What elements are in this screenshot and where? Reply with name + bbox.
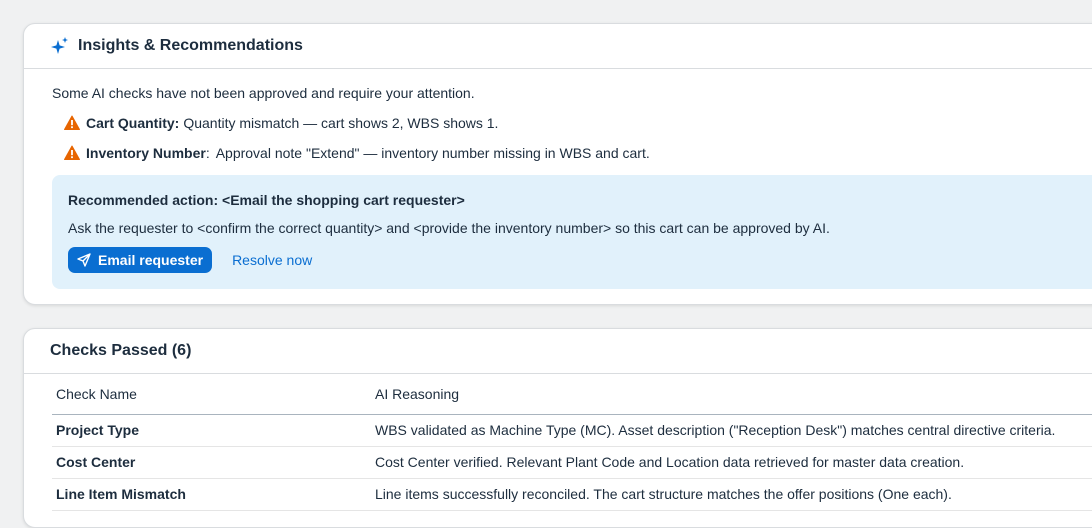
recommendation-title: Recommended action: <Email the shopping … [68, 192, 465, 208]
table-row[interactable]: Cost Center Cost Center verified. Releva… [52, 446, 1092, 479]
resolve-now-link[interactable]: Resolve now [232, 252, 312, 268]
column-header-check-name[interactable]: Check Name [52, 374, 371, 415]
recommendation-actions: Email requester Resolve now [68, 247, 1092, 273]
insights-title: Insights & Recommendations [78, 37, 303, 54]
check-name-cell: Project Type [52, 414, 371, 447]
warning-triangle-icon [64, 115, 80, 131]
column-header-ai-reasoning[interactable]: AI Reasoning [371, 374, 1092, 415]
issue-text: Quantity mismatch — cart shows 2, WBS sh… [183, 115, 499, 131]
email-requester-label: Email requester [98, 252, 204, 268]
checks-header: Checks Passed (6) [24, 329, 1092, 374]
check-name-cell: Cost Center [52, 446, 371, 479]
issue-label: Cart Quantity: [86, 115, 180, 131]
ai-reasoning-cell: Cost Center verified. Relevant Plant Cod… [371, 446, 1092, 479]
checks-table: Check Name AI Reasoning Project Type WBS… [52, 374, 1092, 511]
insights-body: Some AI checks have not been approved an… [24, 69, 1092, 289]
check-name-cell: Line Item Mismatch [52, 478, 371, 511]
warning-triangle-icon [64, 145, 80, 161]
table-row[interactable]: Line Item Mismatch Line items successful… [52, 478, 1092, 511]
sparkle-icon [50, 36, 70, 56]
issue-separator: : [205, 145, 210, 161]
checks-title: Checks Passed (6) [50, 342, 192, 359]
issue-text: Approval note "Extend" — inventory numbe… [215, 145, 650, 161]
email-requester-button[interactable]: Email requester [68, 247, 213, 273]
table-row[interactable]: Project Type WBS validated as Machine Ty… [52, 414, 1092, 447]
ai-reasoning-cell: Line items successfully reconciled. The … [371, 478, 1092, 511]
issue-label: Inventory Number [86, 145, 206, 161]
issue-item: Cart Quantity: Quantity mismatch — cart … [64, 114, 1092, 132]
insights-card: Insights & Recommendations Some AI check… [23, 23, 1092, 305]
checks-table-wrap: Check Name AI Reasoning Project Type WBS… [24, 374, 1092, 511]
recommendation-text: Ask the requester to <confirm the correc… [68, 220, 830, 236]
checks-card: Checks Passed (6) Check Name AI Reasonin… [23, 328, 1092, 528]
recommendation-panel: Recommended action: <Email the shopping … [52, 175, 1092, 289]
table-header-row: Check Name AI Reasoning [52, 374, 1092, 415]
issue-item: Inventory Number : Approval note "Extend… [64, 144, 1092, 162]
insights-header: Insights & Recommendations [24, 24, 1092, 69]
send-icon [77, 253, 91, 267]
insights-intro: Some AI checks have not been approved an… [52, 85, 475, 101]
ai-reasoning-cell: WBS validated as Machine Type (MC). Asse… [371, 414, 1092, 447]
